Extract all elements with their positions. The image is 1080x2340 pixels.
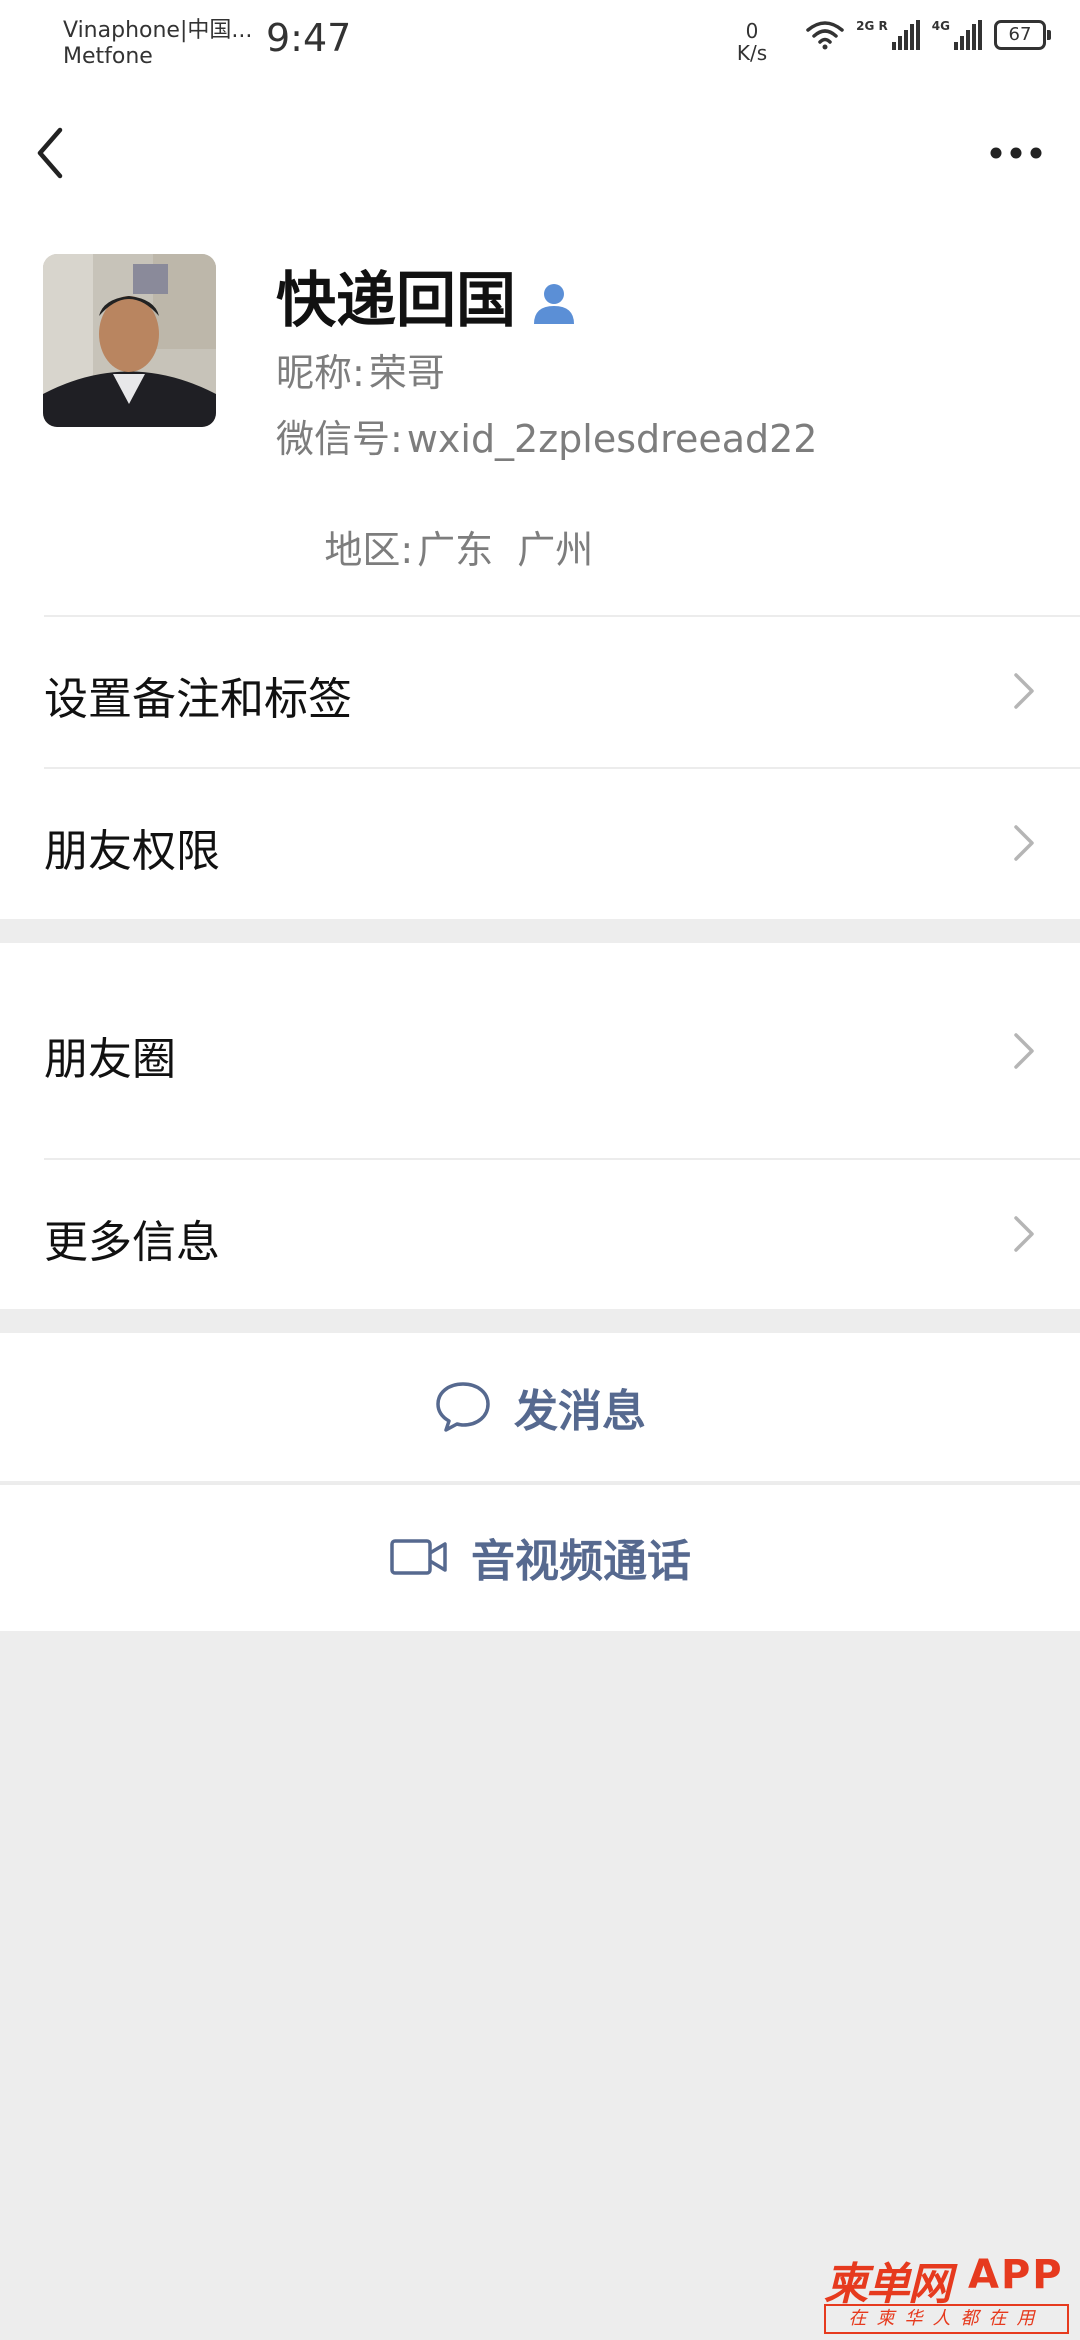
send-message-label: 发消息 xyxy=(514,1386,646,1437)
region-label: 地区: xyxy=(324,528,414,572)
battery-icon: 67 xyxy=(994,20,1051,50)
moments-label: 朋友圈 xyxy=(44,1034,176,1085)
video-call-button[interactable]: 音视频通话 xyxy=(0,1483,1080,1631)
signal-bars-icon xyxy=(891,20,920,50)
watermark-app: APP xyxy=(968,2252,1064,2298)
nickname-value: 荣哥 xyxy=(368,351,445,395)
watermark-title: 柬单网 xyxy=(824,2259,952,2310)
signal-type-label: 2G R xyxy=(856,19,888,33)
watermark-logo: 柬单网 APP 在柬华人都在用 xyxy=(812,2248,1072,2336)
divider xyxy=(44,615,1080,617)
wechat-id-line: 微信号: wxid_2zplesdreead22 xyxy=(276,408,817,463)
contact-person-icon xyxy=(534,283,574,324)
wechat-id-label: 微信号: xyxy=(276,417,403,461)
friend-permissions-row[interactable]: 朋友权限 xyxy=(0,767,1080,919)
avatar[interactable] xyxy=(43,254,216,427)
clock: 9:47 xyxy=(266,16,352,60)
avatar-photo xyxy=(43,254,216,427)
chevron-left-icon xyxy=(37,127,63,179)
more-options-button[interactable] xyxy=(976,118,1056,188)
more-info-label: 更多信息 xyxy=(44,1217,220,1268)
carrier-name-secondary: Metfone xyxy=(63,44,153,69)
video-call-label: 音视频通话 xyxy=(471,1536,691,1587)
top-navigation-bar xyxy=(0,80,1080,210)
more-dots-icon xyxy=(990,147,1042,159)
chevron-right-icon xyxy=(1014,825,1034,861)
network-speed-unit: K/s xyxy=(736,41,768,65)
video-camera-icon xyxy=(390,1539,447,1575)
set-remark-label: 设置备注和标签 xyxy=(44,674,352,725)
region-value: 广东 广州 xyxy=(417,528,594,572)
divider xyxy=(44,1158,1080,1160)
network-speed-value: 0 xyxy=(745,19,759,43)
chevron-right-icon xyxy=(1014,673,1034,709)
chevron-right-icon xyxy=(1014,1216,1034,1252)
send-message-button[interactable]: 发消息 xyxy=(0,1333,1080,1481)
friend-permissions-label: 朋友权限 xyxy=(44,826,220,877)
region-line: 地区: 广东 广州 xyxy=(276,475,593,618)
profile-card: 快递回国 昵称: 荣哥 微信号: wxid_2zplesdreead22 地区: 广东… xyxy=(0,210,1080,615)
set-remark-and-tags-row[interactable]: 设置备注和标签 xyxy=(0,615,1080,767)
status-bar: Vinaphone|中国... Metfone 9:47 0 K/s 2G R … xyxy=(0,0,1080,80)
nickname-line: 昵称: 荣哥 xyxy=(276,342,445,397)
chevron-right-icon xyxy=(1014,1033,1034,1069)
carrier-name: Vinaphone|中国... xyxy=(63,18,253,43)
divider xyxy=(44,767,1080,769)
contact-name: 快递回国 xyxy=(276,266,516,336)
signal-type-label: 4G xyxy=(931,19,950,33)
more-info-row[interactable]: 更多信息 xyxy=(0,1158,1080,1309)
back-button[interactable] xyxy=(30,118,90,188)
moments-row[interactable]: 朋友圈 xyxy=(0,943,1080,1158)
chat-bubble-icon xyxy=(436,1382,490,1432)
wifi-icon xyxy=(806,21,844,50)
nickname-label: 昵称: xyxy=(276,351,365,395)
divider xyxy=(0,1483,1080,1485)
watermark-slogan: 在柬华人都在用 xyxy=(824,2304,1069,2334)
wechat-id-value[interactable]: wxid_2zplesdreead22 xyxy=(407,417,818,461)
network-speed: 0 K/s xyxy=(734,20,770,64)
signal-bars-icon xyxy=(954,20,982,50)
